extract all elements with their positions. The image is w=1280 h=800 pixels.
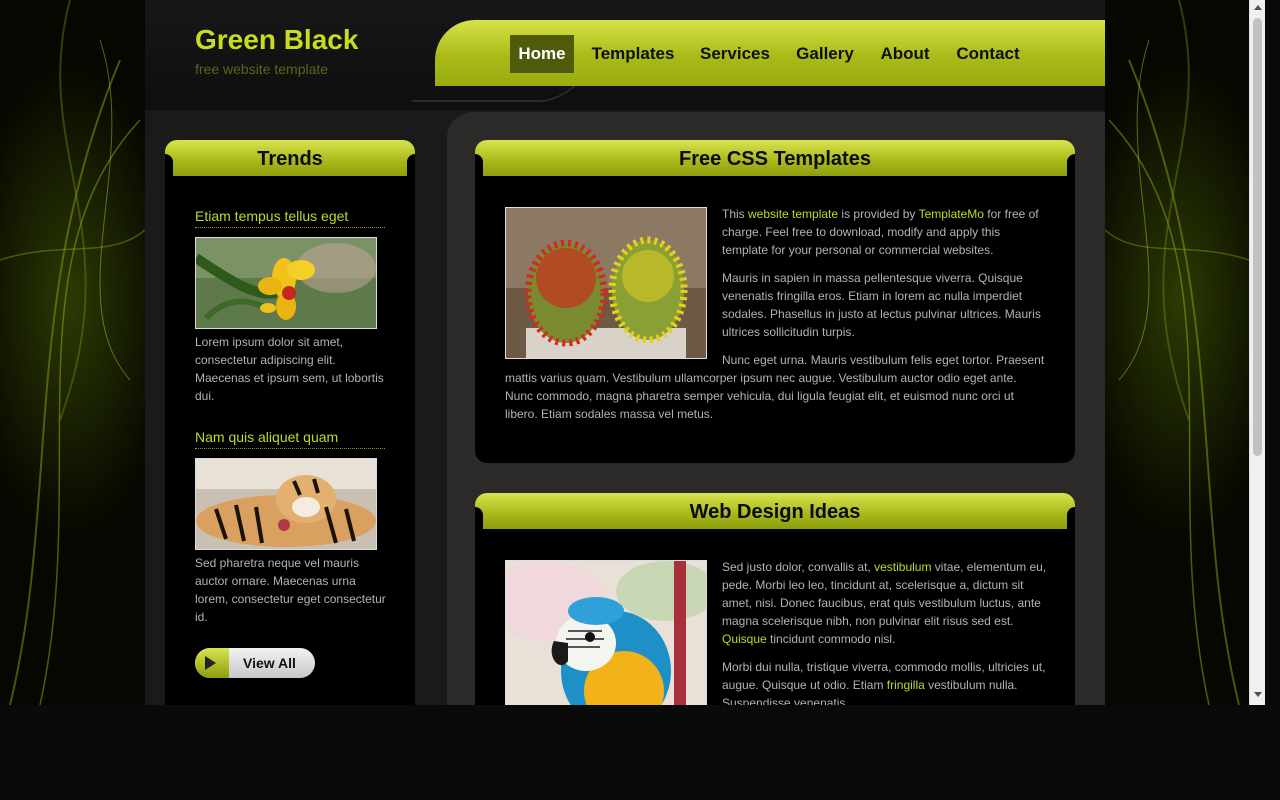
tiger-image: [196, 459, 376, 549]
text: This: [722, 207, 749, 221]
site-title[interactable]: Green Black: [195, 24, 358, 56]
trend-text-2: Sed pharetra neque vel mauris auctor orn…: [195, 556, 386, 624]
cactus-photo[interactable]: [505, 207, 707, 359]
scroll-up-arrow-icon[interactable]: [1254, 5, 1262, 10]
sidebar-title: Trends: [165, 140, 415, 176]
site-slogan: free website template: [195, 61, 329, 77]
text: Sed justo dolor, convallis at,: [722, 560, 875, 574]
fringilla-link[interactable]: fringilla: [887, 678, 925, 692]
article-web-design-ideas: Web Design Ideas Sed justo dolor, conval…: [475, 493, 1075, 705]
article-1-paragraph-3b: mattis varius quam. Vestibulum ullamcorp…: [505, 371, 1017, 421]
quisque-link[interactable]: Quisque: [722, 632, 767, 646]
trend-text-1: Lorem ipsum dolor sit amet, consectetur …: [195, 335, 384, 403]
nav-services[interactable]: Services: [697, 35, 773, 73]
article-1-paragraph-3a: Nunc eget urna. Mauris vestibulum felis …: [722, 353, 1045, 367]
nav-home[interactable]: Home: [510, 35, 574, 73]
article-1-body: This website template is provided by Tem…: [722, 205, 1047, 379]
templatemo-link[interactable]: TemplateMo: [919, 207, 984, 221]
left-swirl-decoration: [0, 0, 145, 705]
site-wrapper: Green Black free website template Home T…: [145, 0, 1105, 705]
website-template-link[interactable]: website template: [748, 207, 838, 221]
play-icon: [195, 648, 229, 678]
trend-title-2[interactable]: Nam quis aliquet quam: [195, 429, 385, 449]
view-all-label: View All: [243, 655, 296, 671]
orchid-flower-photo[interactable]: [195, 237, 377, 329]
article-2-paragraph-1: Sed justo dolor, convallis at, vestibulu…: [722, 558, 1047, 648]
site-header: Green Black free website template Home T…: [145, 0, 1105, 110]
article-2-paragraph-2: Morbi dui nulla, tristique viverra, comm…: [722, 658, 1047, 705]
scrollbar-thumb[interactable]: [1253, 18, 1262, 456]
nav-contact[interactable]: Contact: [953, 35, 1023, 73]
article-title-1: Free CSS Templates: [475, 140, 1075, 176]
nav-about[interactable]: About: [877, 35, 933, 73]
article-1-paragraph-1: This website template is provided by Tem…: [722, 205, 1047, 259]
scroll-down-arrow-icon[interactable]: [1254, 692, 1262, 697]
article-free-css-templates: Free CSS Templates This website template…: [475, 140, 1075, 463]
nav-gallery[interactable]: Gallery: [792, 35, 858, 73]
text: is provided by: [838, 207, 919, 221]
sidebar-trends-panel: Trends Etiam tempus tellus eget Lorem ip…: [165, 140, 415, 705]
tiger-photo[interactable]: [195, 458, 377, 550]
text: tincidunt commodo nisl.: [766, 632, 896, 646]
cactus-image: [506, 208, 706, 358]
article-2-body: Sed justo dolor, convallis at, vestibulu…: [722, 558, 1047, 705]
parrot-image: [506, 561, 706, 705]
trend-title-1[interactable]: Etiam tempus tellus eget: [195, 208, 385, 228]
vertical-scrollbar[interactable]: [1249, 0, 1265, 705]
article-1-paragraph-2: Mauris in sapien in massa pellentesque v…: [722, 271, 1041, 339]
browser-viewport: Green Black free website template Home T…: [0, 0, 1249, 705]
nav-templates[interactable]: Templates: [588, 35, 678, 73]
orchid-flower-image: [196, 238, 376, 328]
vestibulum-link[interactable]: vestibulum: [874, 560, 931, 574]
right-swirl-decoration: [1105, 0, 1249, 705]
parrot-photo[interactable]: [505, 560, 707, 705]
view-all-button[interactable]: View All: [195, 648, 315, 678]
article-title-2: Web Design Ideas: [475, 493, 1075, 529]
